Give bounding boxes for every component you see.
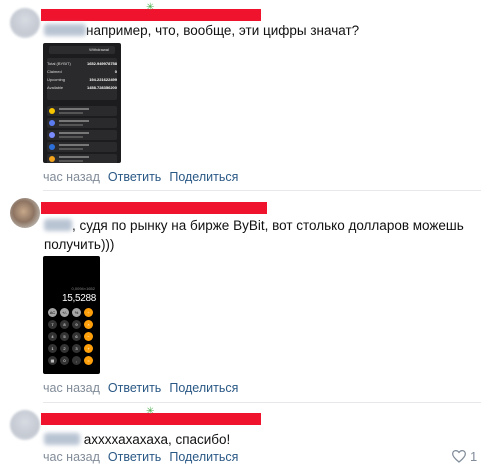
calc-key: + — [84, 344, 93, 353]
calc-key: AC — [48, 308, 57, 317]
share-link[interactable]: Поделиться — [169, 381, 238, 395]
calc-key: ▦ — [48, 356, 57, 365]
calc-key: , — [72, 356, 81, 365]
reply-link[interactable]: Ответить — [108, 381, 161, 395]
mention-redacted[interactable] — [44, 219, 72, 231]
coin-row — [47, 142, 117, 152]
comment-3: ✳ аххххахахаха, спасибо! час назад Ответи… — [0, 402, 493, 472]
comment-text: , судя по рынку на бирже ByBit, вот стол… — [44, 216, 464, 254]
calc-key: 3 — [72, 344, 81, 353]
calc-key: 4 — [48, 332, 57, 341]
calc-result: 15,5288 — [61, 293, 96, 304]
screenshot-tabs: Withdrawal — [49, 46, 115, 54]
avatar[interactable] — [10, 410, 40, 440]
calc-key: 7 — [48, 320, 57, 329]
coin-row — [47, 154, 117, 163]
calc-key: = — [84, 356, 93, 365]
timestamp[interactable]: час назад — [43, 381, 100, 395]
mention-redacted[interactable] — [44, 433, 80, 445]
timestamp[interactable]: час назад — [43, 450, 100, 464]
calc-key: +/- — [60, 308, 69, 317]
online-badge-icon: ✳ — [146, 406, 155, 417]
comment-actions: час назад Ответить Поделиться — [43, 170, 246, 184]
comment-actions: час назад Ответить Поделиться — [43, 381, 246, 395]
comment-body: аххххахахаха, спасибо! — [83, 432, 231, 447]
calc-key: × — [84, 320, 93, 329]
attached-screenshot[interactable]: Withdrawal Total (BYBIT) 1652.949978758 C… — [43, 43, 121, 163]
coin-row — [47, 130, 117, 140]
comment-body: например, что, вообще, эти цифры значат? — [86, 23, 360, 38]
comment-body: получить))) — [44, 237, 115, 252]
share-link[interactable]: Поделиться — [169, 450, 238, 464]
comment-text: например, что, вообще, эти цифры значат? — [44, 21, 359, 40]
screenshot-tab — [49, 46, 81, 54]
calc-key: 2 — [60, 344, 69, 353]
calc-key: 0 — [60, 356, 69, 365]
calc-key: − — [84, 332, 93, 341]
mention-redacted[interactable] — [44, 24, 86, 36]
calculator-screenshot[interactable]: 0,0094×1652 15,5288 AC +/-% ÷ 7 8 9 × 4 5 6− 1 2 3 + ▦… — [43, 256, 100, 374]
share-link[interactable]: Поделиться — [169, 170, 238, 184]
calc-key: 5 — [60, 332, 69, 341]
coin-row — [47, 106, 117, 116]
like-count: 1 — [470, 449, 478, 464]
avatar[interactable] — [10, 8, 40, 38]
calc-key: % — [72, 308, 81, 317]
calc-expression: 0,0094×1652 — [71, 286, 95, 291]
comment-text: аххххахахаха, спасибо! — [44, 430, 230, 449]
comment-body: , судя по рынку на бирже ByBit, вот стол… — [72, 218, 464, 233]
author-name-redacted[interactable] — [41, 202, 267, 214]
screenshot-tab: Withdrawal — [89, 47, 109, 52]
coin-row — [47, 118, 117, 128]
calc-key: ÷ — [84, 308, 93, 317]
calc-key: 8 — [60, 320, 69, 329]
comment-actions: час назад Ответить Поделиться — [43, 450, 246, 464]
calc-key: 1 — [48, 344, 57, 353]
heart-outline-icon[interactable] — [451, 449, 467, 463]
calc-key: 9 — [72, 320, 81, 329]
balance-row: Total (BYBIT) 1652.949978758 — [47, 61, 117, 66]
balance-row: Available 1458.728356200 — [47, 85, 117, 90]
calc-key: 6 — [72, 332, 81, 341]
comment-1: ✳ например, что, вообще, эти цифры знача… — [0, 0, 493, 190]
reply-link[interactable]: Ответить — [108, 170, 161, 184]
balance-row: Claimed 0 — [47, 69, 117, 74]
balance-row: Upcoming 194.221622499 — [47, 77, 117, 82]
online-badge-icon: ✳ — [146, 2, 155, 13]
avatar[interactable] — [10, 198, 40, 228]
reply-link[interactable]: Ответить — [108, 450, 161, 464]
timestamp[interactable]: час назад — [43, 170, 100, 184]
